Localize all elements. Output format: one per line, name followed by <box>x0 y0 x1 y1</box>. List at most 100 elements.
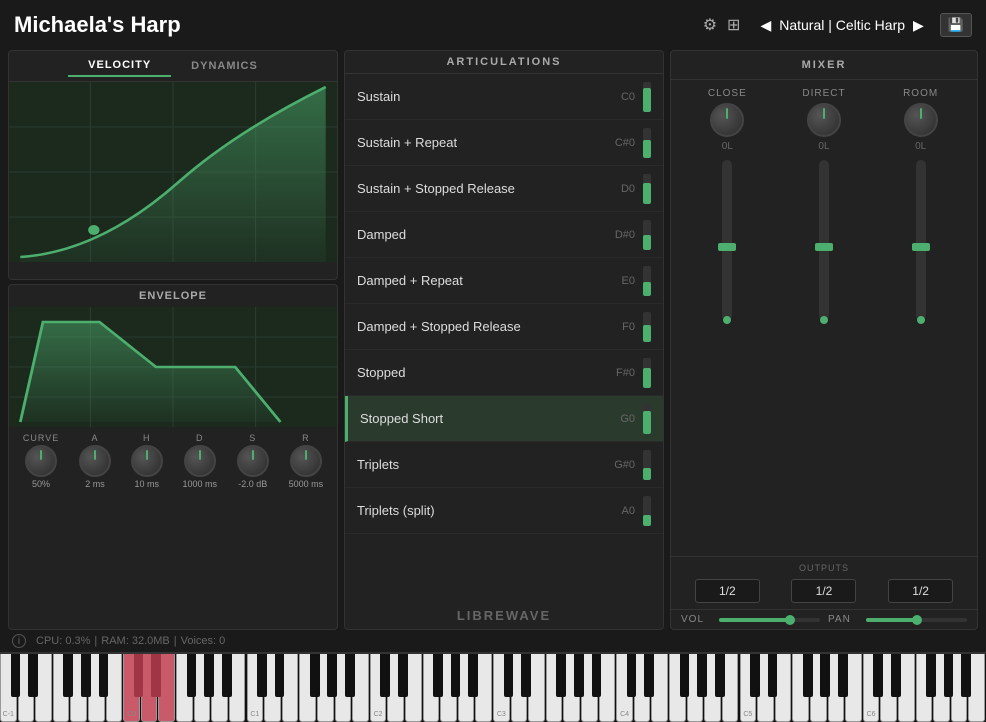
black-key-49[interactable] <box>873 654 883 697</box>
knob-a-dial[interactable] <box>79 445 111 477</box>
black-key-42[interactable] <box>750 654 760 697</box>
knob-a-label: A <box>91 433 98 443</box>
knob-r-dial[interactable] <box>290 445 322 477</box>
pan-slider[interactable] <box>866 618 967 622</box>
black-key-10[interactable] <box>187 654 197 697</box>
fader-track-1[interactable] <box>819 160 829 320</box>
output-select-0[interactable]: 1/2 <box>695 579 760 603</box>
articulation-item-2[interactable]: Sustain + Stopped Release D0 <box>345 166 663 212</box>
save-button[interactable]: 💾 <box>940 13 972 37</box>
black-key-7[interactable] <box>134 654 144 697</box>
articulation-key-7: G0 <box>620 413 635 425</box>
vol-slider[interactable] <box>719 618 820 622</box>
pan-handle[interactable] <box>912 615 922 625</box>
settings-icon[interactable]: ⚙ <box>703 15 717 35</box>
articulation-name-5: Damped + Stopped Release <box>357 319 521 334</box>
black-key-12[interactable] <box>222 654 232 697</box>
articulation-item-3[interactable]: Damped D#0 <box>345 212 663 258</box>
channel-knob-2[interactable] <box>904 103 938 137</box>
black-key-28[interactable] <box>504 654 514 697</box>
tab-velocity[interactable]: VELOCITY <box>68 55 171 77</box>
black-key-19[interactable] <box>345 654 355 697</box>
black-key-1[interactable] <box>28 654 38 697</box>
black-key-29[interactable] <box>521 654 531 697</box>
knob-d-value: 1000 ms <box>183 479 218 489</box>
articulation-item-1[interactable]: Sustain + Repeat C#0 <box>345 120 663 166</box>
black-key-15[interactable] <box>275 654 285 697</box>
articulation-item-4[interactable]: Damped + Repeat E0 <box>345 258 663 304</box>
articulation-item-5[interactable]: Damped + Stopped Release F0 <box>345 304 663 350</box>
black-key-54[interactable] <box>961 654 971 697</box>
knob-curve-dial[interactable] <box>25 445 57 477</box>
black-key-3[interactable] <box>63 654 73 697</box>
status-bar: i CPU: 0.3% | RAM: 32.0MB | Voices: 0 <box>0 630 986 652</box>
fader-track-2[interactable] <box>916 160 926 320</box>
black-key-50[interactable] <box>891 654 901 697</box>
fader-track-0[interactable] <box>722 160 732 320</box>
black-key-8[interactable] <box>151 654 161 697</box>
black-key-31[interactable] <box>556 654 566 697</box>
black-key-40[interactable] <box>715 654 725 697</box>
knob-d-dial[interactable] <box>184 445 216 477</box>
articulation-bar-9 <box>643 496 651 526</box>
grid-icon[interactable]: ⊞ <box>727 15 740 35</box>
black-key-35[interactable] <box>627 654 637 697</box>
articulation-item-6[interactable]: Stopped F#0 <box>345 350 663 396</box>
black-key-33[interactable] <box>592 654 602 697</box>
main-area: VELOCITY DYNAMICS <box>0 50 986 630</box>
white-key-16[interactable] <box>282 654 299 722</box>
output-select-1[interactable]: 1/2 <box>791 579 856 603</box>
black-key-45[interactable] <box>803 654 813 697</box>
black-key-26[interactable] <box>468 654 478 697</box>
black-key-32[interactable] <box>574 654 584 697</box>
black-key-46[interactable] <box>820 654 830 697</box>
preset-nav-next[interactable]: ▶ <box>913 17 924 34</box>
black-key-52[interactable] <box>926 654 936 697</box>
black-key-4[interactable] <box>81 654 91 697</box>
black-key-5[interactable] <box>99 654 109 697</box>
key-label-c4: C4 <box>620 711 629 718</box>
articulation-item-8[interactable]: Triplets G#0 <box>345 442 663 488</box>
output-select-2[interactable]: 1/2 <box>888 579 953 603</box>
articulation-bar-6 <box>643 358 651 388</box>
tab-dynamics[interactable]: DYNAMICS <box>171 55 278 77</box>
black-key-18[interactable] <box>327 654 337 697</box>
black-key-53[interactable] <box>944 654 954 697</box>
black-key-24[interactable] <box>433 654 443 697</box>
channel-label-1: DIRECT <box>802 88 845 99</box>
black-key-11[interactable] <box>204 654 214 697</box>
preset-nav-prev[interactable]: ◀ <box>760 17 771 34</box>
knob-s-dial[interactable] <box>237 445 269 477</box>
channel-knob-1[interactable] <box>807 103 841 137</box>
black-key-17[interactable] <box>310 654 320 697</box>
black-key-22[interactable] <box>398 654 408 697</box>
channel-label-0: CLOSE <box>708 88 747 99</box>
articulation-item-0[interactable]: Sustain C0 <box>345 74 663 120</box>
black-key-21[interactable] <box>380 654 390 697</box>
articulation-item-9[interactable]: Triplets (split) A0 <box>345 488 663 534</box>
articulation-bar-1 <box>643 128 651 158</box>
key-label-c3: C3 <box>497 711 506 718</box>
black-key-39[interactable] <box>697 654 707 697</box>
black-key-36[interactable] <box>644 654 654 697</box>
white-key-6[interactable] <box>106 654 123 722</box>
black-key-38[interactable] <box>680 654 690 697</box>
info-icon[interactable]: i <box>12 634 26 648</box>
black-key-47[interactable] <box>838 654 848 697</box>
articulation-item-7[interactable]: Stopped Short G0 <box>345 396 663 442</box>
articulation-right-8: G#0 <box>614 450 651 480</box>
articulation-name-0: Sustain <box>357 89 400 104</box>
fader-handle-1[interactable] <box>815 243 833 251</box>
black-key-0[interactable] <box>11 654 21 697</box>
header: Michaela's Harp ⚙ ⊞ ◀ Natural | Celtic H… <box>0 0 986 50</box>
fader-handle-2[interactable] <box>912 243 930 251</box>
knob-h-dial[interactable] <box>131 445 163 477</box>
white-key-44[interactable] <box>775 654 792 722</box>
black-key-43[interactable] <box>768 654 778 697</box>
fader-handle-0[interactable] <box>718 243 736 251</box>
black-key-14[interactable] <box>257 654 267 697</box>
white-key-34[interactable] <box>599 654 616 722</box>
black-key-25[interactable] <box>451 654 461 697</box>
vol-handle[interactable] <box>785 615 795 625</box>
channel-knob-0[interactable] <box>710 103 744 137</box>
